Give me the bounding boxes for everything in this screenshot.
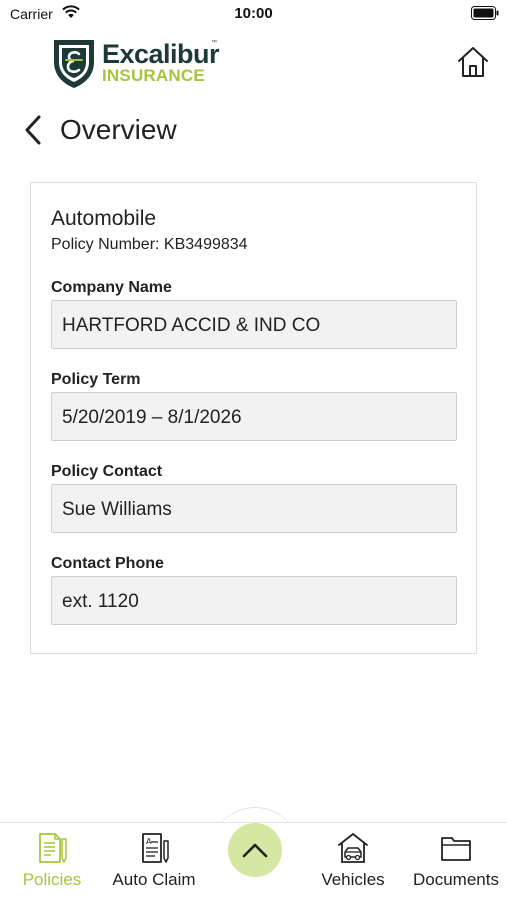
home-icon — [458, 47, 488, 77]
back-button[interactable] — [22, 112, 52, 148]
page-title: Overview — [60, 114, 177, 145]
tab-documents-label: Documents — [413, 870, 499, 889]
clock-time: 10:00 — [234, 5, 273, 22]
policy-document-icon — [35, 831, 69, 870]
policy-contact-label: Policy Contact — [51, 463, 163, 480]
contact-phone-label: Contact Phone — [51, 555, 164, 572]
tab-vehicles[interactable]: Vehicles — [305, 823, 401, 900]
logo-trademark: ™ — [211, 40, 217, 46]
expand-menu-button[interactable] — [228, 823, 282, 877]
tab-policies[interactable]: Policies — [0, 823, 104, 900]
excalibur-logo: Excalibur ™ INSURANCE — [50, 36, 220, 92]
company-name-label: Company Name — [51, 279, 172, 296]
company-name-field[interactable]: HARTFORD ACCID & IND CO — [51, 300, 457, 349]
policy-type: Automobile — [51, 207, 157, 230]
home-button[interactable] — [455, 44, 491, 80]
folder-icon — [439, 831, 473, 870]
policy-card: Automobile Policy Number: KB3499834 Comp… — [30, 182, 477, 654]
tab-auto-claim-label: Auto Claim — [112, 870, 196, 889]
policy-term-label: Policy Term — [51, 371, 141, 388]
policy-overview-screen: Carrier 10:00 Excalibur ™ INSURANCE Over… — [0, 0, 507, 900]
chevron-up-icon — [242, 843, 268, 858]
policy-contact-field[interactable]: Sue Williams — [51, 484, 457, 533]
tab-vehicles-label: Vehicles — [321, 870, 385, 889]
chevron-left-icon — [25, 115, 41, 145]
shield-e-logo-icon — [54, 40, 94, 88]
tab-policies-label: Policies — [22, 870, 82, 889]
nav-header: Overview — [22, 110, 177, 150]
garage-car-icon — [336, 831, 370, 870]
status-bar: Carrier 10:00 — [0, 0, 507, 28]
logo-subtitle: INSURANCE — [102, 66, 205, 85]
claim-form-icon: A — [137, 831, 171, 870]
contact-phone-field[interactable]: ext. 1120 — [51, 576, 457, 625]
policy-number: Policy Number: KB3499834 — [51, 236, 248, 253]
battery-icon — [471, 6, 499, 25]
policy-term-field[interactable]: 5/20/2019 – 8/1/2026 — [51, 392, 457, 441]
tab-auto-claim[interactable]: A Auto Claim — [104, 823, 204, 900]
tab-documents[interactable]: Documents — [405, 823, 507, 900]
